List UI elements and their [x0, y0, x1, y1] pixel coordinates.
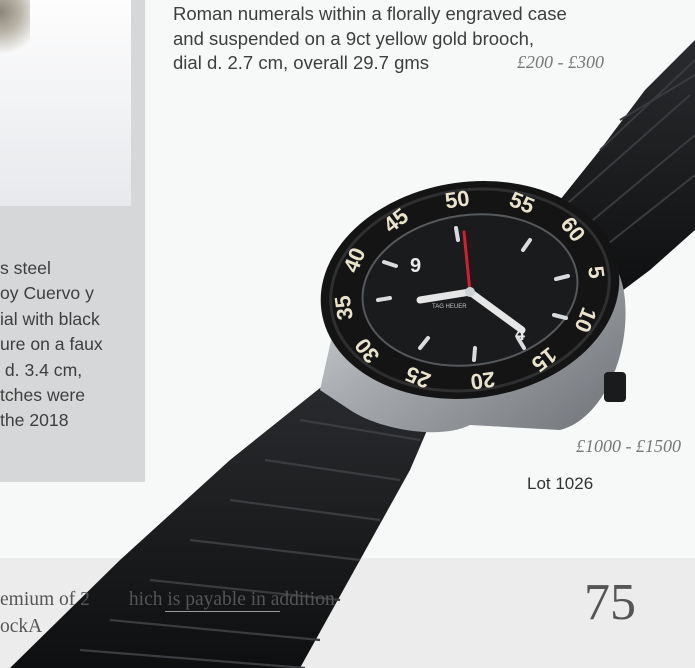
lot-number: Lot 1026 [527, 474, 594, 493]
bezel-numeral: 35 [330, 294, 358, 322]
page-number: 75 [584, 574, 636, 631]
dial-numeral-9: 9 [410, 255, 421, 277]
watch-crown [604, 372, 626, 402]
watch-photo: 9 4 TAG HEUER 4550 5560510152025303540 [10, 40, 695, 668]
bezel-numeral: 20 [469, 367, 497, 395]
footer-text: emium of 2 hich is payable in addition o… [0, 589, 335, 637]
dial-text: TAG HEUER [432, 304, 467, 310]
bezel-numeral: 50 [443, 185, 471, 213]
